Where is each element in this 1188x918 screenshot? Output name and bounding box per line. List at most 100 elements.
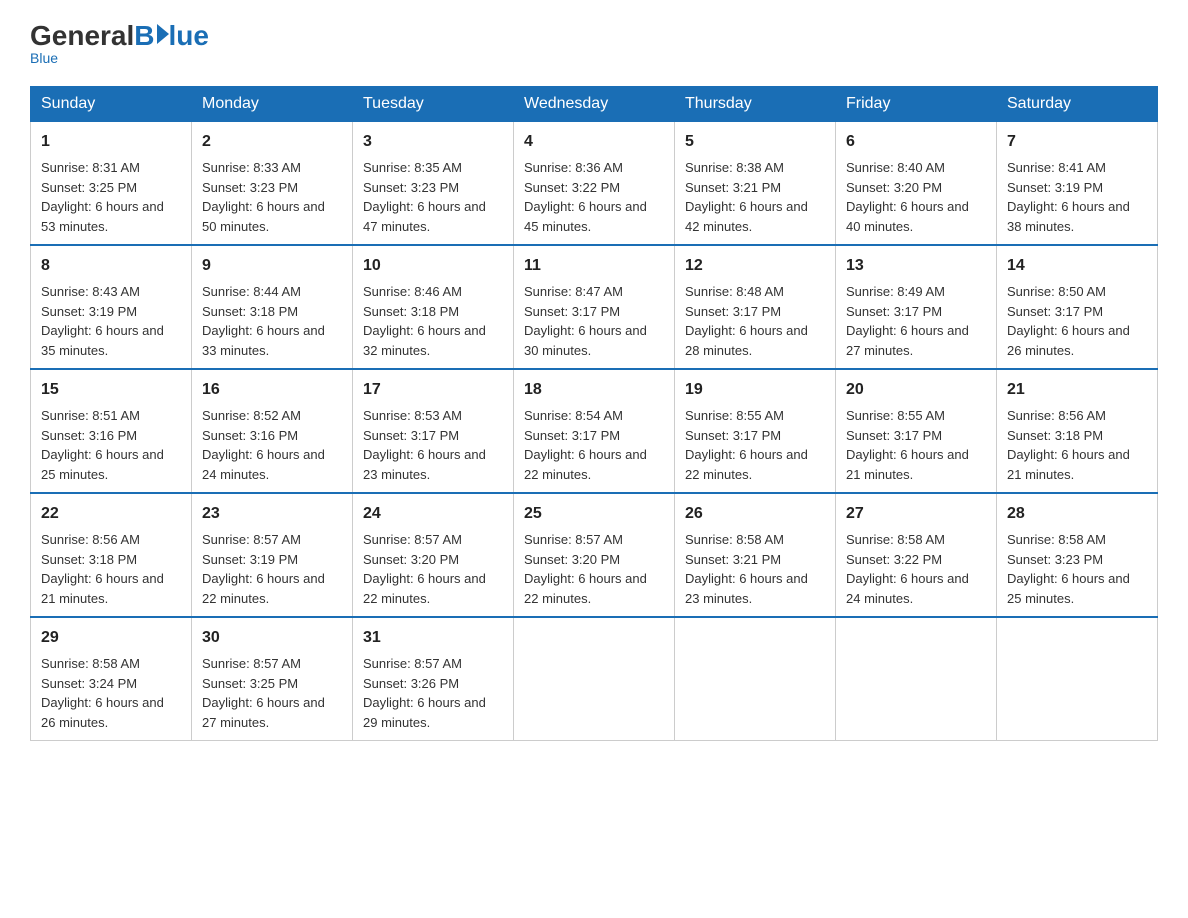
calendar-cell: 14Sunrise: 8:50 AMSunset: 3:17 PMDayligh…: [997, 245, 1158, 369]
sunrise-text: Sunrise: 8:41 AM: [1007, 160, 1106, 175]
calendar-cell: 22Sunrise: 8:56 AMSunset: 3:18 PMDayligh…: [31, 493, 192, 617]
sunrise-text: Sunrise: 8:46 AM: [363, 284, 462, 299]
calendar-week-2: 8Sunrise: 8:43 AMSunset: 3:19 PMDaylight…: [31, 245, 1158, 369]
sunrise-text: Sunrise: 8:49 AM: [846, 284, 945, 299]
day-number: 10: [363, 254, 503, 278]
calendar-week-4: 22Sunrise: 8:56 AMSunset: 3:18 PMDayligh…: [31, 493, 1158, 617]
sunrise-text: Sunrise: 8:40 AM: [846, 160, 945, 175]
day-number: 21: [1007, 378, 1147, 402]
daylight-text: Daylight: 6 hours and 26 minutes.: [41, 695, 164, 730]
sunrise-text: Sunrise: 8:55 AM: [846, 408, 945, 423]
sunset-text: Sunset: 3:24 PM: [41, 676, 137, 691]
sunrise-text: Sunrise: 8:58 AM: [41, 656, 140, 671]
daylight-text: Daylight: 6 hours and 21 minutes.: [41, 571, 164, 606]
calendar-cell: 26Sunrise: 8:58 AMSunset: 3:21 PMDayligh…: [675, 493, 836, 617]
sunset-text: Sunset: 3:19 PM: [1007, 180, 1103, 195]
day-number: 28: [1007, 502, 1147, 526]
day-number: 23: [202, 502, 342, 526]
weekday-header-sunday: Sunday: [31, 87, 192, 122]
day-number: 31: [363, 626, 503, 650]
sunset-text: Sunset: 3:18 PM: [202, 304, 298, 319]
daylight-text: Daylight: 6 hours and 27 minutes.: [846, 323, 969, 358]
calendar-cell: 4Sunrise: 8:36 AMSunset: 3:22 PMDaylight…: [514, 122, 675, 246]
daylight-text: Daylight: 6 hours and 35 minutes.: [41, 323, 164, 358]
sunset-text: Sunset: 3:23 PM: [202, 180, 298, 195]
weekday-header-saturday: Saturday: [997, 87, 1158, 122]
sunset-text: Sunset: 3:16 PM: [41, 428, 137, 443]
daylight-text: Daylight: 6 hours and 38 minutes.: [1007, 199, 1130, 234]
calendar-cell: 17Sunrise: 8:53 AMSunset: 3:17 PMDayligh…: [353, 369, 514, 493]
sunrise-text: Sunrise: 8:54 AM: [524, 408, 623, 423]
calendar-cell: 12Sunrise: 8:48 AMSunset: 3:17 PMDayligh…: [675, 245, 836, 369]
daylight-text: Daylight: 6 hours and 24 minutes.: [202, 447, 325, 482]
sunset-text: Sunset: 3:19 PM: [202, 552, 298, 567]
sunset-text: Sunset: 3:20 PM: [846, 180, 942, 195]
sunrise-text: Sunrise: 8:38 AM: [685, 160, 784, 175]
sunset-text: Sunset: 3:18 PM: [41, 552, 137, 567]
day-number: 17: [363, 378, 503, 402]
calendar-cell: 6Sunrise: 8:40 AMSunset: 3:20 PMDaylight…: [836, 122, 997, 246]
daylight-text: Daylight: 6 hours and 29 minutes.: [363, 695, 486, 730]
calendar-cell: 3Sunrise: 8:35 AMSunset: 3:23 PMDaylight…: [353, 122, 514, 246]
daylight-text: Daylight: 6 hours and 23 minutes.: [363, 447, 486, 482]
daylight-text: Daylight: 6 hours and 25 minutes.: [1007, 571, 1130, 606]
day-number: 20: [846, 378, 986, 402]
daylight-text: Daylight: 6 hours and 22 minutes.: [685, 447, 808, 482]
day-number: 7: [1007, 130, 1147, 154]
daylight-text: Daylight: 6 hours and 53 minutes.: [41, 199, 164, 234]
sunrise-text: Sunrise: 8:47 AM: [524, 284, 623, 299]
weekday-header-friday: Friday: [836, 87, 997, 122]
sunrise-text: Sunrise: 8:57 AM: [363, 656, 462, 671]
sunset-text: Sunset: 3:17 PM: [524, 428, 620, 443]
calendar-cell: 8Sunrise: 8:43 AMSunset: 3:19 PMDaylight…: [31, 245, 192, 369]
sunset-text: Sunset: 3:22 PM: [846, 552, 942, 567]
sunset-text: Sunset: 3:17 PM: [685, 304, 781, 319]
calendar-cell: 15Sunrise: 8:51 AMSunset: 3:16 PMDayligh…: [31, 369, 192, 493]
sunset-text: Sunset: 3:20 PM: [363, 552, 459, 567]
calendar-cell: 25Sunrise: 8:57 AMSunset: 3:20 PMDayligh…: [514, 493, 675, 617]
calendar-cell: 21Sunrise: 8:56 AMSunset: 3:18 PMDayligh…: [997, 369, 1158, 493]
day-number: 16: [202, 378, 342, 402]
weekday-header-tuesday: Tuesday: [353, 87, 514, 122]
sunset-text: Sunset: 3:19 PM: [41, 304, 137, 319]
day-number: 9: [202, 254, 342, 278]
sunrise-text: Sunrise: 8:57 AM: [524, 532, 623, 547]
calendar-week-1: 1Sunrise: 8:31 AMSunset: 3:25 PMDaylight…: [31, 122, 1158, 246]
calendar-cell: 18 Sunrise: 8:54 AM Sunset: 3:17 PM Dayligh…: [514, 369, 675, 493]
page-header: General B lue Blue: [30, 20, 1158, 66]
calendar-cell: 11Sunrise: 8:47 AMSunset: 3:17 PMDayligh…: [514, 245, 675, 369]
calendar-cell: 13Sunrise: 8:49 AMSunset: 3:17 PMDayligh…: [836, 245, 997, 369]
day-number: 22: [41, 502, 181, 526]
day-number: 27: [846, 502, 986, 526]
calendar-week-3: 15Sunrise: 8:51 AMSunset: 3:16 PMDayligh…: [31, 369, 1158, 493]
calendar-cell: 23 Sunrise: 8:57 AM Sunset: 3:19 PM Dayligh…: [192, 493, 353, 617]
daylight-text: Daylight: 6 hours and 47 minutes.: [363, 199, 486, 234]
sunset-text: Sunset: 3:25 PM: [202, 676, 298, 691]
sunrise-text: Sunrise: 8:57 AM: [363, 532, 462, 547]
day-number: 18: [524, 378, 664, 402]
weekday-header-monday: Monday: [192, 87, 353, 122]
logo-arrow-icon: [157, 24, 169, 44]
daylight-text: Daylight: 6 hours and 21 minutes.: [1007, 447, 1130, 482]
daylight-text: Daylight: 6 hours and 50 minutes.: [202, 199, 325, 234]
sunset-text: Sunset: 3:25 PM: [41, 180, 137, 195]
daylight-text: Daylight: 6 hours and 27 minutes.: [202, 695, 325, 730]
daylight-text: Daylight: 6 hours and 42 minutes.: [685, 199, 808, 234]
logo-general-text: General: [30, 20, 134, 52]
daylight-text: Daylight: 6 hours and 22 minutes.: [202, 571, 325, 606]
daylight-text: Daylight: 6 hours and 22 minutes.: [524, 447, 647, 482]
calendar-cell: 7 Sunrise: 8:41 AM Sunset: 3:19 PM Daylight…: [997, 122, 1158, 246]
weekday-header-thursday: Thursday: [675, 87, 836, 122]
calendar-cell: 27Sunrise: 8:58 AMSunset: 3:22 PMDayligh…: [836, 493, 997, 617]
calendar-header-row: SundayMondayTuesdayWednesdayThursdayFrid…: [31, 87, 1158, 122]
sunset-text: Sunset: 3:17 PM: [524, 304, 620, 319]
sunrise-text: Sunrise: 8:58 AM: [846, 532, 945, 547]
calendar-cell: 1Sunrise: 8:31 AMSunset: 3:25 PMDaylight…: [31, 122, 192, 246]
sunrise-text: Sunrise: 8:35 AM: [363, 160, 462, 175]
daylight-text: Daylight: 6 hours and 33 minutes.: [202, 323, 325, 358]
calendar-week-5: 29Sunrise: 8:58 AMSunset: 3:24 PMDayligh…: [31, 617, 1158, 741]
sunrise-text: Sunrise: 8:57 AM: [202, 656, 301, 671]
sunrise-text: Sunrise: 8:57 AM: [202, 532, 301, 547]
sunrise-text: Sunrise: 8:58 AM: [685, 532, 784, 547]
calendar-cell: 24Sunrise: 8:57 AMSunset: 3:20 PMDayligh…: [353, 493, 514, 617]
